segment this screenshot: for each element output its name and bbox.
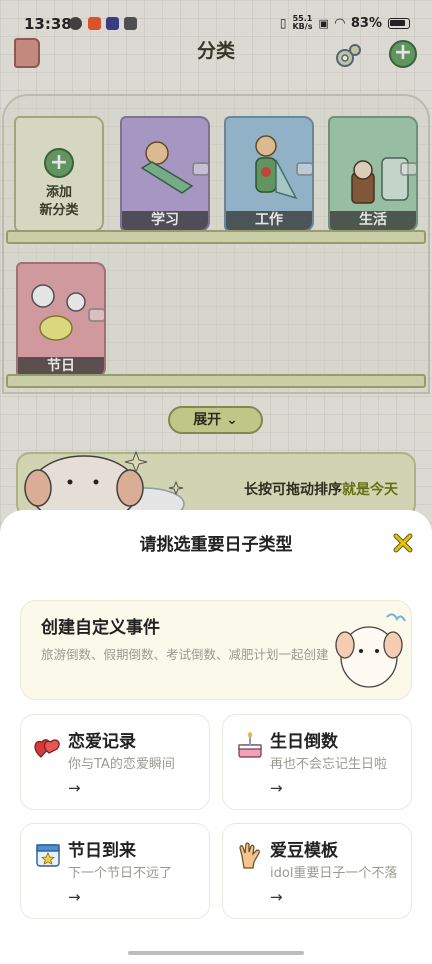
custom-event-desc: 旅游倒数、假期倒数、考试倒数、减肥计划一起创建 <box>41 647 329 662</box>
event-type-sheet: 请挑选重要日子类型 创建自定义事件 旅游倒数、假期倒数、考试倒数、减肥计划一起创… <box>0 510 432 964</box>
hearts-icon <box>34 739 60 758</box>
hand-gesture-icon <box>239 842 260 869</box>
type-title: 爱豆模板 <box>270 841 338 861</box>
custom-event-title: 创建自定义事件 <box>41 618 160 638</box>
close-icon[interactable] <box>392 532 414 554</box>
arrow-right-icon: → <box>68 888 81 906</box>
type-desc: 下一个节日不远了 <box>68 866 173 881</box>
calendar-star-icon <box>36 844 60 867</box>
type-card-idol[interactable]: 爱豆模板 idol重要日子一个不落 → <box>222 823 412 919</box>
type-card-festival[interactable]: 节日到来 下一个节日不远了 → <box>20 823 210 919</box>
sheet-title: 请挑选重要日子类型 <box>139 535 293 555</box>
type-desc: idol重要日子一个不落 <box>270 866 398 881</box>
puppy-illustration <box>335 613 406 688</box>
type-desc: 你与TA的恋爱瞬间 <box>68 757 175 772</box>
arrow-right-icon: → <box>68 779 81 797</box>
cake-icon <box>238 732 262 758</box>
arrow-right-icon: → <box>270 888 283 906</box>
type-card-birthday[interactable]: 生日倒数 再也不会忘记生日啦 → <box>222 714 412 810</box>
arrow-right-icon: → <box>270 779 283 797</box>
type-title: 生日倒数 <box>270 732 338 752</box>
type-card-love[interactable]: 恋爱记录 你与TA的恋爱瞬间 → <box>20 714 210 810</box>
type-title: 恋爱记录 <box>68 732 136 752</box>
home-indicator[interactable] <box>128 951 304 955</box>
type-desc: 再也不会忘记生日啦 <box>270 757 388 772</box>
type-title: 节日到来 <box>68 841 136 861</box>
create-custom-event-card[interactable]: 创建自定义事件 旅游倒数、假期倒数、考试倒数、减肥计划一起创建 <box>20 600 412 700</box>
